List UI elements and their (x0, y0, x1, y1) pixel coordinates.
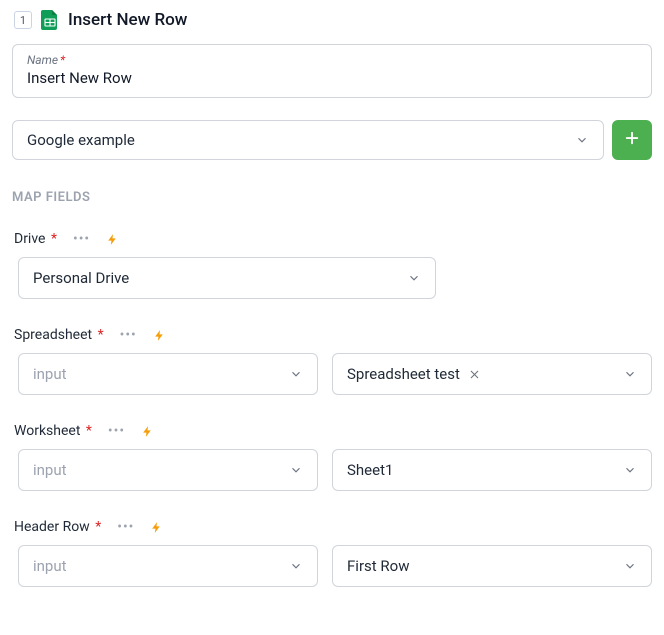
step-number-badge: 1 (14, 11, 32, 29)
connection-select[interactable]: Google example (12, 120, 604, 160)
chevron-down-icon (289, 559, 303, 573)
worksheet-input-placeholder: input (33, 461, 67, 479)
field-menu-button[interactable]: ••• (117, 519, 134, 535)
required-asterisk: * (51, 231, 57, 247)
plus-icon (623, 129, 641, 151)
add-connection-button[interactable] (612, 120, 652, 160)
spreadsheet-input-placeholder: input (33, 365, 67, 383)
spreadsheet-label: Spreadsheet (14, 327, 92, 343)
bolt-icon (150, 520, 163, 535)
map-fields-heading: MAP FIELDS (12, 190, 652, 205)
worksheet-select[interactable]: Sheet1 (332, 449, 652, 491)
field-menu-button[interactable]: ••• (108, 423, 125, 439)
required-asterisk: * (98, 327, 104, 343)
field-drive: Drive * ••• Personal Drive (12, 231, 652, 299)
drive-label: Drive (14, 231, 45, 247)
name-value: Insert New Row (27, 69, 637, 87)
step-header: 1 Insert New Row (12, 10, 652, 30)
spreadsheet-select[interactable]: Spreadsheet test (332, 353, 652, 395)
bolt-icon (106, 232, 119, 247)
spreadsheet-select-value: Spreadsheet test (347, 365, 460, 383)
header-row-input-mode-select[interactable]: input (18, 545, 318, 587)
chevron-down-icon (623, 367, 637, 381)
chevron-down-icon (623, 463, 637, 477)
field-worksheet: Worksheet * ••• input Sheet1 (12, 423, 652, 491)
required-asterisk: * (86, 423, 92, 439)
google-sheets-icon (40, 10, 60, 30)
spreadsheet-input-mode-select[interactable]: input (18, 353, 318, 395)
required-asterisk: * (95, 519, 101, 535)
chevron-down-icon (623, 559, 637, 573)
field-menu-button[interactable]: ••• (73, 231, 90, 247)
worksheet-label: Worksheet (14, 423, 80, 439)
drive-select-value: Personal Drive (33, 269, 129, 287)
chevron-down-icon (289, 367, 303, 381)
header-row-label: Header Row (14, 519, 90, 535)
bolt-icon (141, 424, 154, 439)
header-row-input-placeholder: input (33, 557, 67, 575)
header-row-select[interactable]: First Row (332, 545, 652, 587)
clear-spreadsheet-button[interactable] (468, 368, 481, 381)
worksheet-input-mode-select[interactable]: input (18, 449, 318, 491)
name-label: Name (27, 53, 58, 67)
connection-selected-label: Google example (27, 131, 135, 149)
name-field-box[interactable]: Name * Insert New Row (12, 44, 652, 98)
field-spreadsheet: Spreadsheet * ••• input Spreadsheet test (12, 327, 652, 395)
step-title: Insert New Row (68, 10, 187, 30)
worksheet-select-value: Sheet1 (347, 461, 393, 479)
field-menu-button[interactable]: ••• (120, 327, 137, 343)
header-row-select-value: First Row (347, 557, 409, 575)
required-asterisk: * (60, 53, 65, 67)
chevron-down-icon (289, 463, 303, 477)
bolt-icon (153, 328, 166, 343)
drive-select[interactable]: Personal Drive (18, 257, 436, 299)
chevron-down-icon (575, 133, 589, 147)
field-header-row: Header Row * ••• input First Row (12, 519, 652, 587)
chevron-down-icon (407, 271, 421, 285)
